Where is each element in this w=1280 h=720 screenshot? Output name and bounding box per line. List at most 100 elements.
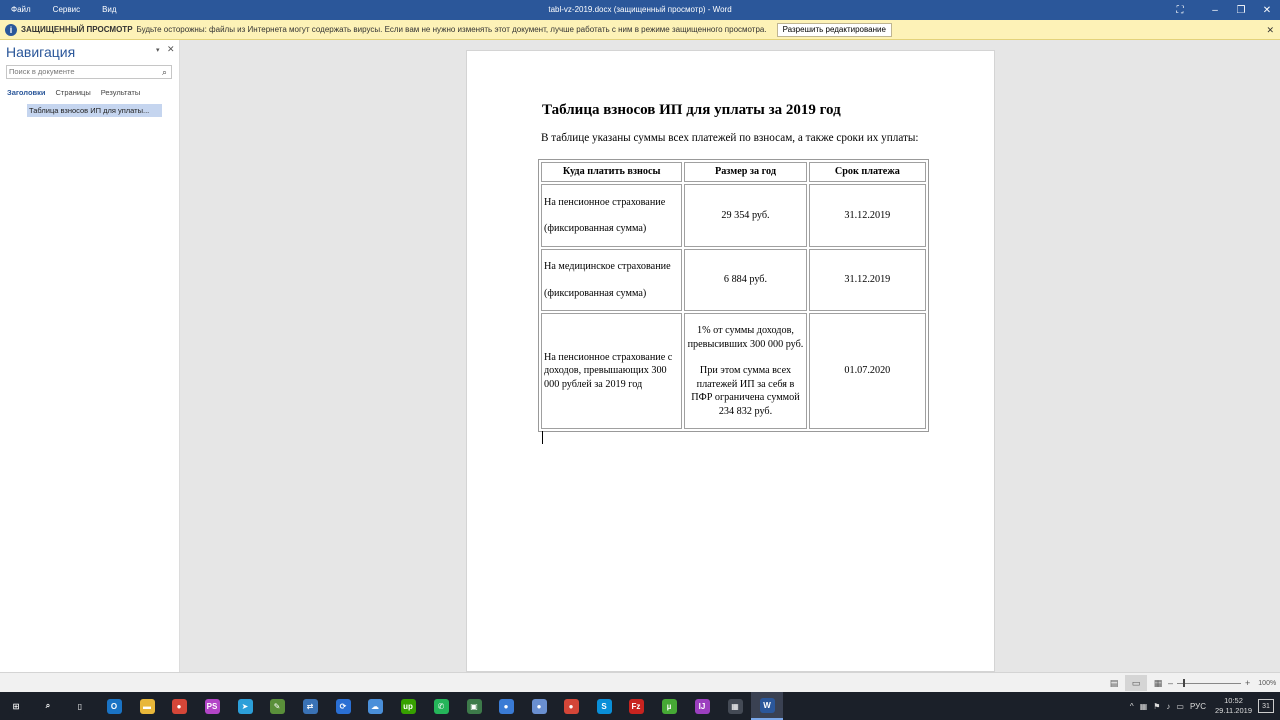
menu-tools[interactable]: Сервис xyxy=(42,0,91,20)
web-layout-icon[interactable]: ▦ xyxy=(1147,675,1169,691)
taskbar-item-word[interactable]: W xyxy=(751,692,783,720)
cell-text: (фиксированная сумма) xyxy=(544,223,647,234)
cell-deadline: 31.12.2019 xyxy=(808,184,926,247)
taskbar-item-terminal[interactable]: ▣ xyxy=(458,692,490,720)
telegram-icon: ➤ xyxy=(237,698,253,714)
network-icon: ⇄ xyxy=(302,698,318,714)
zoom-slider-thumb[interactable] xyxy=(1183,678,1186,687)
search-icon[interactable]: ⌕ xyxy=(162,66,167,78)
taskbar: ⊞ ⌕ ▯ O ▬ ● PS ➤ ✎ ⇄ ⟳ ☁ up ✆ ▣ ● ● ● S Fz µ IJ ▦ W ^ ▦ ⚑ ♪ ▭ Р… xyxy=(0,692,1280,720)
taskbar-item-skype[interactable]: S xyxy=(588,692,620,720)
pane-close-icon[interactable]: ✕ xyxy=(167,44,175,55)
close-button[interactable]: ✕ xyxy=(1254,0,1280,20)
read-mode-icon[interactable]: ▤ xyxy=(1103,675,1125,691)
header-deadline: Срок платежа xyxy=(808,162,926,182)
search-placeholder: Поиск в документе xyxy=(9,67,75,76)
table-row: На медицинское страхование (фиксированна… xyxy=(541,249,926,311)
taskbar-item-search[interactable]: ⌕ xyxy=(32,692,64,720)
cell-text: При этом сумма всех платежей ИП за себя … xyxy=(691,365,800,417)
task-view-icon: ▯ xyxy=(72,698,88,714)
cell-where: На медицинское страхование (фиксированна… xyxy=(541,249,683,311)
menu-view[interactable]: Вид xyxy=(91,0,127,20)
taskbar-item-start[interactable]: ⊞ xyxy=(0,692,32,720)
minimize-button[interactable]: – xyxy=(1202,0,1228,20)
taskbar-item-filezilla[interactable]: Fz xyxy=(620,692,652,720)
tray-flag-icon[interactable]: ⚑ xyxy=(1153,702,1160,711)
document-title: Таблица взносов ИП для уплаты за 2019 го… xyxy=(542,102,841,118)
search-icon: ⌕ xyxy=(40,698,56,714)
taskbar-item-chrome[interactable]: ● xyxy=(163,692,195,720)
skype-icon: S xyxy=(596,698,612,714)
pane-options-icon[interactable]: ▾ xyxy=(156,46,160,54)
cell-gap xyxy=(687,351,803,364)
cell-text: (фиксированная сумма) xyxy=(544,287,647,299)
taskbar-item-outlook[interactable]: O xyxy=(98,692,130,720)
taskbar-item-network[interactable]: ⇄ xyxy=(294,692,326,720)
taskbar-item-explorer[interactable]: ▬ xyxy=(131,692,163,720)
cell-amount: 1% от суммы доходов, превысивших 300 000… xyxy=(684,313,807,429)
view-buttons: ▤ ▭ ▦ xyxy=(1103,673,1169,693)
window-controls: ⛶ – ❐ ✕ xyxy=(1164,0,1280,20)
heading-item[interactable]: Таблица взносов ИП для уплаты... xyxy=(27,104,162,117)
tray-network-icon[interactable]: ▦ xyxy=(1140,702,1148,711)
taskbar-item-chrome-3[interactable]: ● xyxy=(523,692,555,720)
taskbar-item-task-view[interactable]: ▯ xyxy=(64,692,96,720)
upwork-icon: up xyxy=(400,698,416,714)
zoom-in-button[interactable]: + xyxy=(1245,678,1250,688)
taskbar-item-whatsapp[interactable]: ✆ xyxy=(425,692,457,720)
cell-gap xyxy=(544,274,679,287)
cell-amount: 6 884 руб. xyxy=(684,249,807,311)
tray-battery-icon[interactable]: ▭ xyxy=(1176,702,1184,711)
status-bar: ▤ ▭ ▦ – + 100% xyxy=(0,672,1280,692)
cell-amount: 29 354 руб. xyxy=(684,184,807,247)
terminal-icon: ▣ xyxy=(466,698,482,714)
filezilla-icon: Fz xyxy=(628,698,644,714)
menu-file[interactable]: Файл xyxy=(0,0,42,20)
cell-text: На пенсионное страхование с доходов, пре… xyxy=(544,351,673,390)
clock[interactable]: 10:52 29.11.2019 xyxy=(1215,696,1252,716)
taskbar-item-chrome-4[interactable]: ● xyxy=(555,692,587,720)
chrome-icon: ● xyxy=(171,698,187,714)
taskbar-item-telegram[interactable]: ➤ xyxy=(229,692,261,720)
cloud-icon: ☁ xyxy=(367,698,383,714)
notifications-icon[interactable]: 31 xyxy=(1258,699,1274,713)
enable-editing-button[interactable]: Разрешить редактирование xyxy=(776,22,892,37)
system-tray: ^ ▦ ⚑ ♪ ▭ РУС 10:52 29.11.2019 31 xyxy=(1127,692,1280,720)
cell-gap xyxy=(544,209,679,222)
taskbar-item-intellij[interactable]: IJ xyxy=(686,692,718,720)
header-where: Куда платить взносы xyxy=(541,162,683,182)
tray-chevron-icon[interactable]: ^ xyxy=(1130,702,1134,711)
print-layout-icon[interactable]: ▭ xyxy=(1125,675,1147,691)
tab-pages[interactable]: Страницы xyxy=(56,88,91,97)
zoom-out-button[interactable]: – xyxy=(1168,678,1173,688)
taskbar-item-upwork[interactable]: up xyxy=(392,692,424,720)
protected-view-close-icon[interactable]: ✕ xyxy=(1266,20,1274,40)
zoom-slider[interactable] xyxy=(1177,678,1242,687)
document-page[interactable]: Таблица взносов ИП для уплаты за 2019 го… xyxy=(466,50,995,672)
focus-mode-icon[interactable]: ⛶ xyxy=(1164,0,1196,20)
search-input[interactable]: Поиск в документе ⌕ xyxy=(6,65,172,79)
taskbar-item-calculator[interactable]: ▦ xyxy=(719,692,751,720)
cell-text: На пенсионное страхование xyxy=(544,196,666,208)
tab-results[interactable]: Результаты xyxy=(101,88,141,97)
restore-button[interactable]: ❐ xyxy=(1228,0,1254,20)
cell-text: На медицинское страхование xyxy=(544,261,671,272)
taskbar-item-utorrent[interactable]: µ xyxy=(653,692,685,720)
taskbar-item-notepad[interactable]: ✎ xyxy=(261,692,293,720)
taskbar-item-cloud[interactable]: ☁ xyxy=(359,692,391,720)
title-bar: Файл Сервис Вид tabl-vz-2019.docx (защищ… xyxy=(0,0,1280,20)
tab-headings[interactable]: Заголовки xyxy=(7,88,46,97)
cell-deadline: 01.07.2020 xyxy=(808,313,926,429)
intellij-icon: IJ xyxy=(694,698,710,714)
protected-view-message: Будьте осторожны: файлы из Интернета мог… xyxy=(136,25,767,34)
tray-volume-icon[interactable]: ♪ xyxy=(1166,702,1170,711)
zoom-level[interactable]: 100% xyxy=(1258,680,1276,687)
taskbar-item-phpstorm[interactable]: PS xyxy=(196,692,228,720)
taskbar-item-chrome-2[interactable]: ● xyxy=(490,692,522,720)
table-row: На пенсионное страхование с доходов, пре… xyxy=(541,313,926,429)
tray-language[interactable]: РУС xyxy=(1190,702,1206,711)
calculator-icon: ▦ xyxy=(727,698,743,714)
start-icon: ⊞ xyxy=(8,698,24,714)
taskbar-item-sync[interactable]: ⟳ xyxy=(327,692,359,720)
chrome-icon-2: ● xyxy=(498,698,514,714)
